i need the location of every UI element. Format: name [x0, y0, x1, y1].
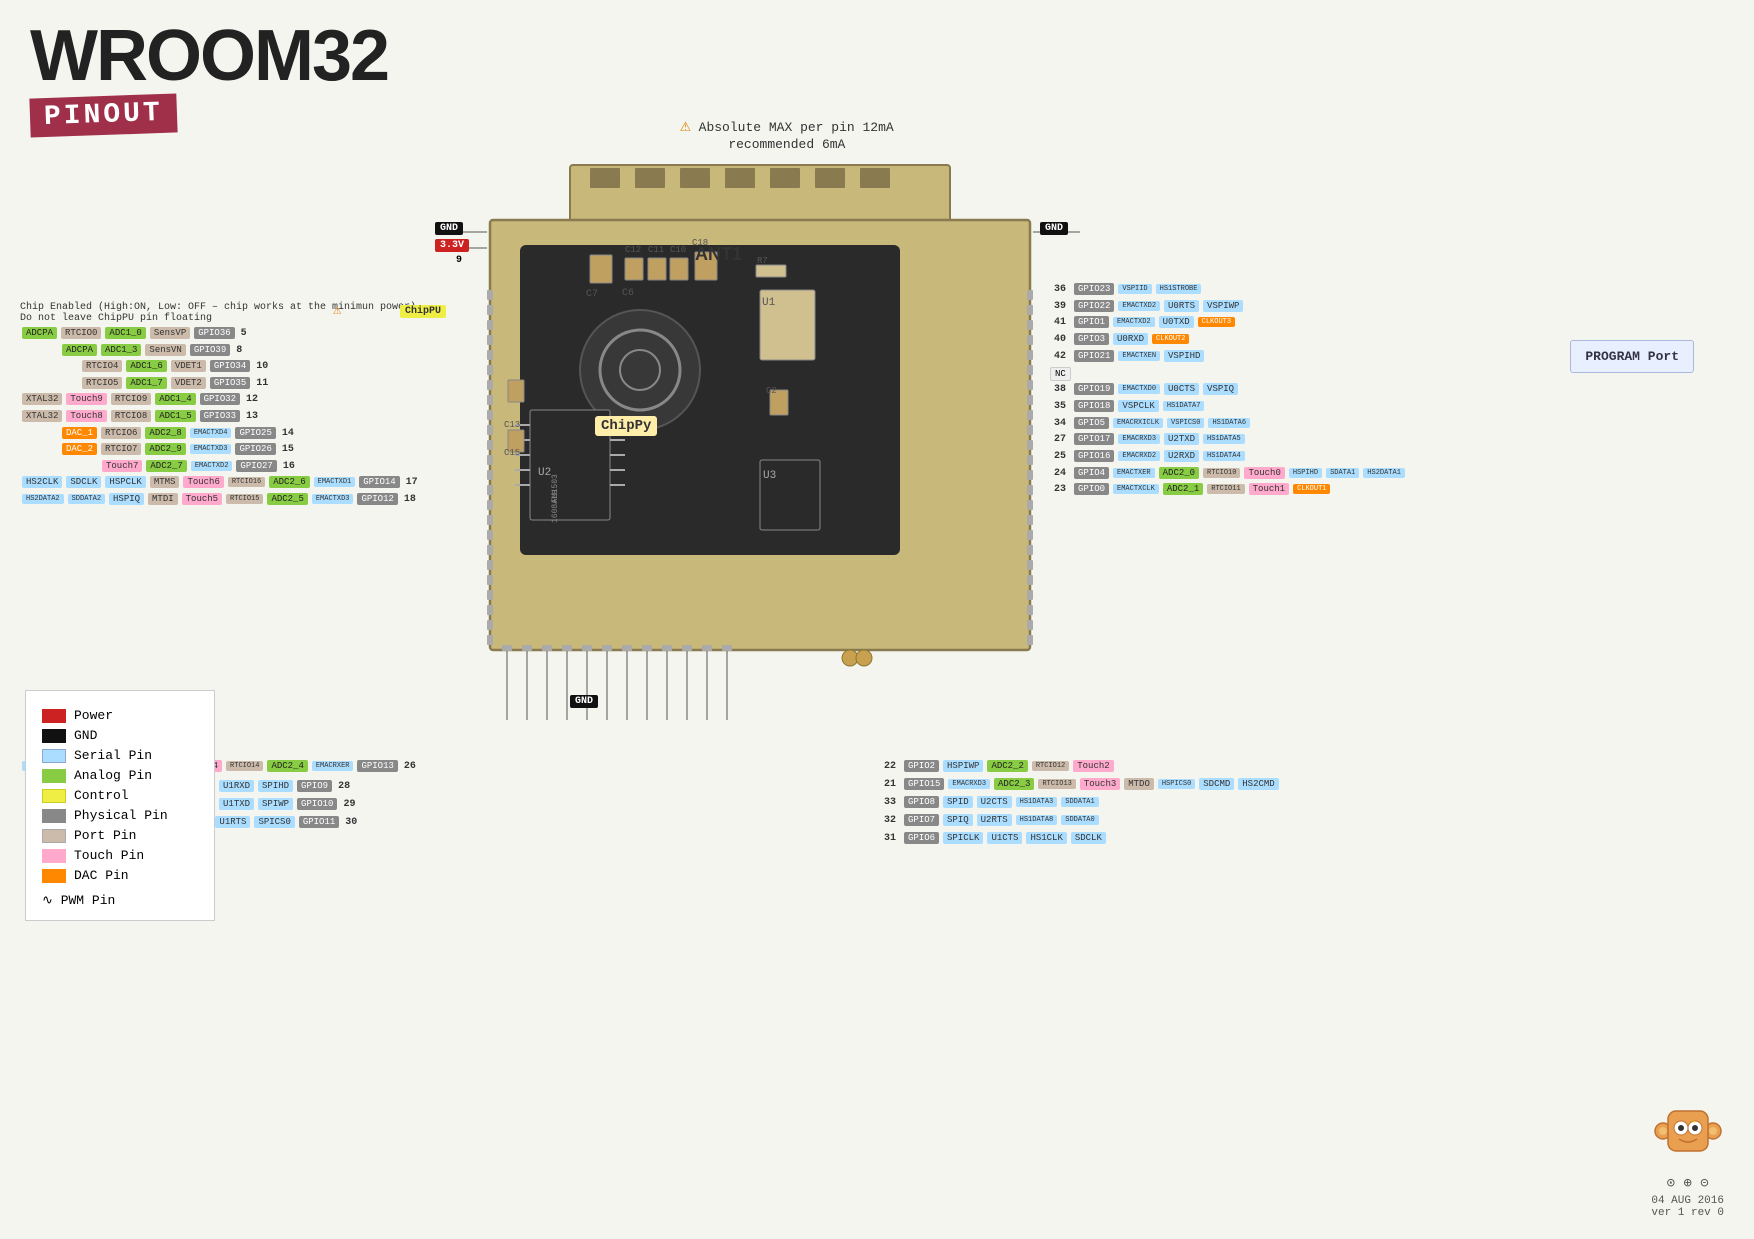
svg-text:FM1503: FM1503: [551, 474, 560, 503]
gnd-top-right: GND: [1040, 222, 1068, 234]
svg-text:U2: U2: [538, 467, 551, 479]
pin-row-24: 24 GPIO4 EMACTXER ADC2_0 RTCIO10 Touch0 …: [1050, 467, 1405, 479]
legend-pwm: ∿ PWM Pin: [42, 893, 198, 908]
legend-label-power: Power: [74, 708, 113, 723]
pin9-num: 9: [456, 255, 462, 266]
pin-row-35: 35 GPIO18 VSPCLK HS1DATA7: [1050, 400, 1204, 412]
warning-line2: recommended 6mA: [728, 137, 845, 152]
pin-row-16: Touch7 ADC2_7 EMACTXD2 GPIO27 16: [100, 460, 299, 472]
legend-color-power: [42, 709, 66, 723]
svg-text:C11: C11: [648, 245, 664, 255]
pin-row-34: 34 GPIO5 EMACRXICLK VSPICS0 HS1DATA6: [1050, 417, 1250, 429]
svg-text:1608ALH: 1608ALH: [551, 489, 560, 523]
legend: Power GND Serial Pin Analog Pin Control …: [25, 690, 215, 921]
chip-enable-text: Chip Enabled (High:ON, Low: OFF – chip w…: [20, 302, 416, 324]
pin-row-39: 39 GPIO22 EMACTXD2 U0RTS VSPIWP: [1050, 300, 1243, 312]
pin-row-14: DAC_1 RTCIO6 ADC2_8 EMACTXD4 GPIO25 14: [60, 427, 298, 439]
pin-row-40: 40 GPIO3 U0RXD CLKOUT2: [1050, 333, 1189, 345]
legend-label-serial: Serial Pin: [74, 748, 152, 763]
legend-color-dac: [42, 869, 66, 883]
pin-row-17: HS2CLK SDCLK HSPCLK MTMS Touch6 RTCIO16 …: [20, 476, 422, 488]
gnd-top-left: GND: [435, 222, 463, 234]
legend-touch: Touch Pin: [42, 848, 198, 863]
power-3v3: 3.3V: [435, 239, 469, 251]
legend-port: Port Pin: [42, 828, 198, 843]
pin-row-38: 38 GPIO19 EMACTXD0 U0CTS VSPIQ: [1050, 383, 1238, 395]
pin-row-42: 42 GPIO21 EMACTXEN VSPIHD: [1050, 350, 1204, 362]
sub-title: PINOUT: [29, 93, 177, 137]
pin-row-21-bot: 21 GPIO15 EMACRXD3 ADC2_3 RTCIO13 Touch3…: [880, 778, 1279, 790]
pin-row-23: 23 GPIO0 EMACTXCLK ADC2_1 RTCIO11 Touch1…: [1050, 483, 1330, 495]
pin-row-27: 27 GPIO17 EMACRXD3 U2TXD HS1DATA5: [1050, 433, 1245, 445]
pin-row-12: XTAL32 Touch9 RTCIO9 ADC1_4 GPIO32 12: [20, 393, 262, 405]
version-label: ver 1 rev 0: [1651, 1207, 1724, 1219]
warning-line1: Absolute MAX per pin 12mA: [699, 120, 894, 135]
legend-label-dac: DAC Pin: [74, 868, 129, 883]
svg-text:★: ★: [1692, 1118, 1696, 1125]
svg-text:C18: C18: [692, 238, 708, 248]
legend-color-analog: [42, 769, 66, 783]
svg-text:U1: U1: [762, 297, 776, 309]
program-port-label: PROGRAM Port: [1570, 340, 1694, 373]
legend-power: Power: [42, 708, 198, 723]
legend-physical: Physical Pin: [42, 808, 198, 823]
page: WROOM32 PINOUT ⚠ Absolute MAX per pin 12…: [0, 0, 1754, 1239]
legend-color-physical: [42, 809, 66, 823]
warning-icon: ⚠: [680, 117, 691, 137]
chippy-label: ChipPy: [595, 416, 657, 436]
watermark: ★ ⊙ ⊕ ⊝ 04 AUG 2016 ver 1 rev 0: [1651, 1101, 1724, 1219]
legend-color-serial: [42, 749, 66, 763]
legend-label-analog: Analog Pin: [74, 768, 152, 783]
legend-color-touch: [42, 849, 66, 863]
legend-label-physical: Physical Pin: [74, 808, 168, 823]
legend-dac: DAC Pin: [42, 868, 198, 883]
pin-row-11: RTCIO5 ADC1_7 VDET2 GPIO35 11: [80, 377, 272, 389]
warning-box: ⚠ Absolute MAX per pin 12mA recommended …: [680, 115, 894, 152]
pin-row-25: 25 GPIO16 EMACRXD2 U2RXD HS1DATA4: [1050, 450, 1245, 462]
pin-row-31-bot: 31 GPIO6 SPICLK U1CTS HS1CLK SDCLK: [880, 832, 1106, 844]
legend-label-port: Port Pin: [74, 828, 136, 843]
pin-row-10: RTCIO4 ADC1_6 VDET1 GPIO34 10: [80, 360, 272, 372]
cc-license: ⊙ ⊕ ⊝: [1651, 1175, 1724, 1192]
svg-text:C12: C12: [625, 245, 641, 255]
pin-row-33-bot: 33 GPIO8 SPID U2CTS HS1DATA3 SDDATA1: [880, 796, 1099, 808]
title-area: WROOM32 PINOUT: [30, 20, 388, 135]
robot-icon: ★: [1653, 1101, 1723, 1171]
legend-color-control: [42, 789, 66, 803]
legend-gnd: GND: [42, 728, 198, 743]
legend-label-touch: Touch Pin: [74, 848, 144, 863]
svg-text:C2: C2: [766, 386, 777, 396]
pin-row-15: DAC_2 RTCIO7 ADC2_9 EMACTXD3 GPIO26 15: [60, 443, 298, 455]
pin-row-18: HS2DATA2 SDDATA2 HSPIQ MTDI Touch5 RTCIO…: [20, 493, 420, 505]
pin-row-13: XTAL32 Touch8 RTCIO8 ADC1_5 GPIO33 13: [20, 410, 262, 422]
legend-serial: Serial Pin: [42, 748, 198, 763]
pin-row-8: ADCPA ADC1_3 SensVN GPIO39 8: [60, 344, 246, 356]
pin-row-22-bot: 22 GPIO2 HSPIWP ADC2_2 RTCIO12 Touch2: [880, 760, 1114, 772]
svg-text:ANT1: ANT1: [695, 244, 742, 264]
svg-text:C10: C10: [670, 245, 686, 255]
legend-analog: Analog Pin: [42, 768, 198, 783]
legend-label-control: Control: [74, 788, 129, 803]
svg-text:C6: C6: [622, 288, 634, 299]
pin-row-41: 41 GPIO1 EMACTXD2 U0TXD CLKOUT3: [1050, 316, 1235, 328]
svg-text:C13: C13: [504, 420, 520, 430]
legend-control: Control: [42, 788, 198, 803]
chip-enable-warning-icon: ⚠: [333, 302, 341, 319]
legend-color-port: [42, 829, 66, 843]
gnd-bottom: GND: [570, 695, 598, 707]
legend-color-gnd: [42, 729, 66, 743]
pin-row-32-bot: 32 GPIO7 SPIQ U2RTS HS1DATA8 SDDATA0: [880, 814, 1099, 826]
chippu-label: ChipPU: [400, 300, 446, 318]
svg-text:C15: C15: [504, 448, 520, 458]
pin-row-nc: NC: [1050, 367, 1071, 381]
svg-text:U3: U3: [763, 470, 776, 482]
svg-text:C7: C7: [586, 289, 598, 300]
date-label: 04 AUG 2016: [1651, 1195, 1724, 1207]
legend-label-gnd: GND: [74, 728, 97, 743]
main-title: WROOM32: [30, 20, 388, 92]
svg-text:R7: R7: [757, 256, 768, 266]
pin-row-36: 36 GPIO23 VSPIID HS1STROBE: [1050, 283, 1201, 295]
chip-diagram: C7 C6 C12 C11 C10 C18 R7 U1 U2 C13 C15 C…: [0, 0, 1754, 1239]
pin-row-5: ADCPA RTCIO0 ADC1_0 SensVP GPIO36 5: [20, 327, 251, 339]
